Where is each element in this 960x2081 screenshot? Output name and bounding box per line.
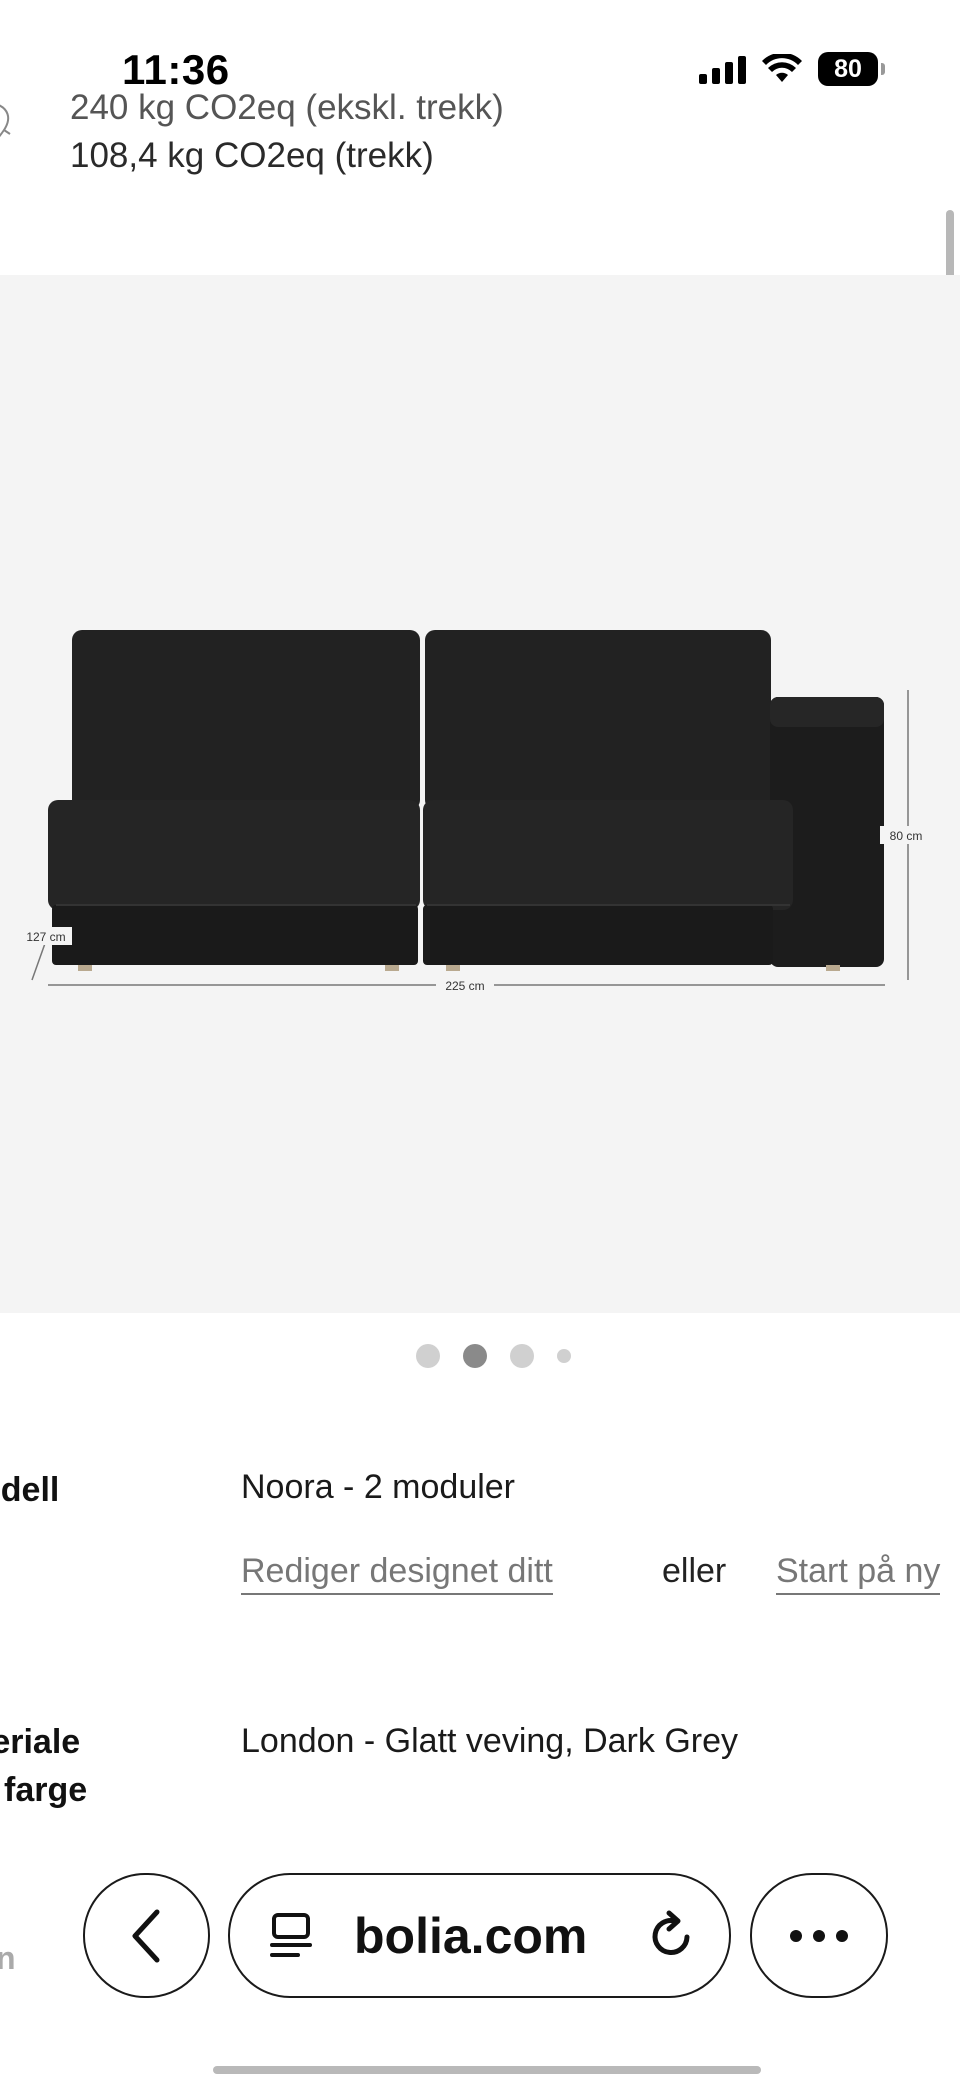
carousel-dot[interactable] [556,1349,571,1363]
product-image-carousel[interactable]: 225 cm 80 cm 127 cm [0,275,960,1313]
chevron-left-icon [132,1909,159,1962]
model-label: odell [0,1471,60,1509]
back-button[interactable] [83,1873,210,1998]
co2-leaf-icon [0,104,11,138]
material-value: London - Glatt veving, Dark Grey [241,1722,739,1760]
carousel-dot[interactable] [509,1344,534,1368]
width-dimension-label: 225 cm [445,979,484,993]
carousel-dot-active[interactable] [462,1344,487,1368]
edit-design-link[interactable]: Rediger designet ditt [241,1552,553,1595]
or-text: eller [662,1552,727,1590]
start-over-link[interactable]: Start på ny [776,1552,941,1595]
url-text[interactable]: bolia.com [354,1907,587,1965]
cellular-signal-icon [699,54,746,84]
reader-tabs-icon[interactable] [268,1911,314,1961]
wifi-icon [762,54,802,82]
home-indicator[interactable] [213,2066,761,2074]
sofa-illustration: 225 cm 80 cm 127 cm [20,630,936,994]
co2-cover: 108,4 kg CO2eq (trekk) [70,136,434,175]
model-value: Noora - 2 moduler [241,1468,516,1506]
more-icon [790,1929,848,1942]
more-options-button[interactable] [750,1873,888,1998]
material-label-line2: farge [4,1771,88,1809]
carousel-dot[interactable] [415,1344,440,1368]
co2-excl-cover: 240 kg CO2eq (ekskl. trekk) [70,88,504,127]
depth-dimension-label: 127 cm [26,930,65,944]
height-dimension-label: 80 cm [890,829,923,843]
reload-icon[interactable] [645,1907,701,1967]
battery-icon: 80 [818,52,885,86]
material-label-line1: teriale [0,1723,81,1761]
status-time: 11:36 [122,46,230,93]
address-bar[interactable]: bolia.com [228,1873,731,1998]
status-icons: 80 [699,52,885,86]
next-spec-label: n [0,1940,16,1976]
carousel-indicator[interactable] [0,1344,960,1368]
